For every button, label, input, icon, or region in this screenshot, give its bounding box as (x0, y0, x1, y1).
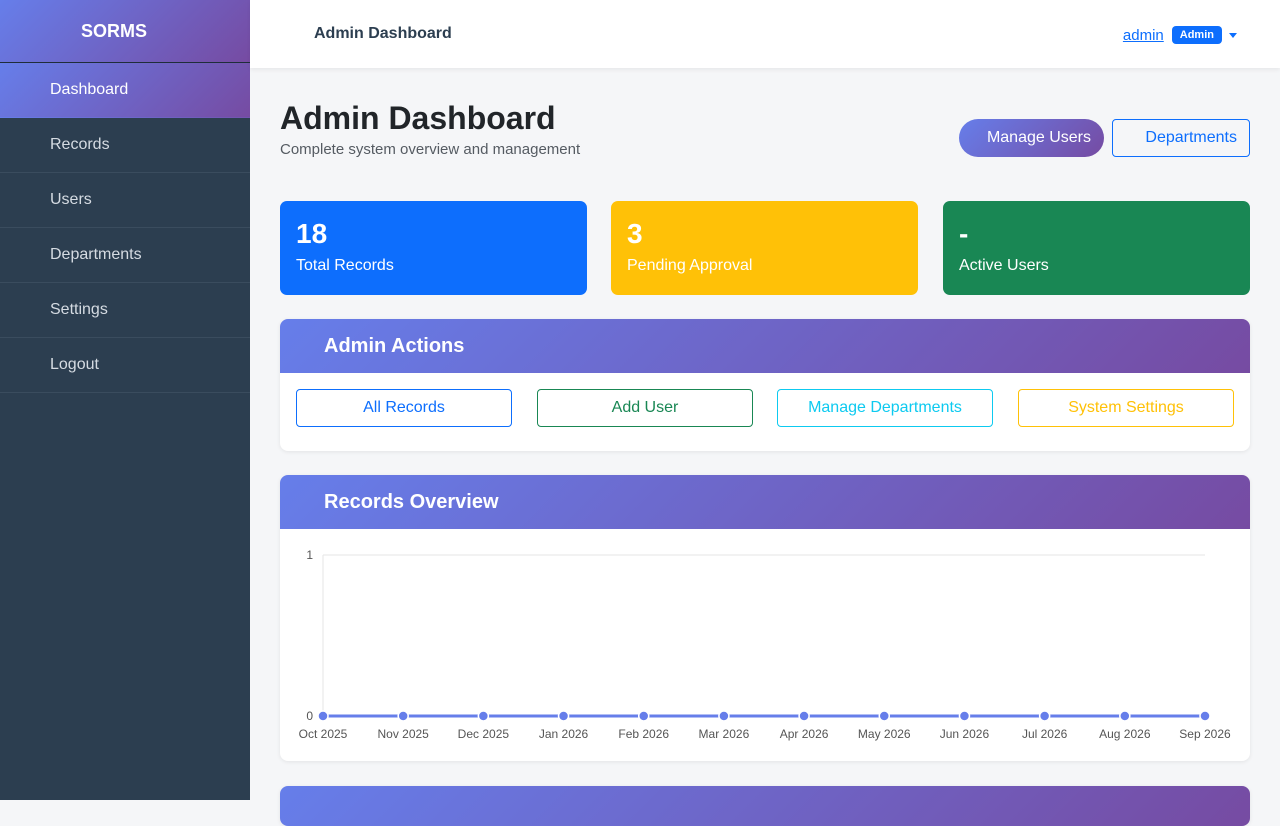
caret-down-icon[interactable] (1229, 32, 1237, 38)
admin-actions-title: Admin Actions (280, 319, 1250, 373)
x-tick-label: Feb 2026 (618, 727, 669, 741)
stat-value: 18 (296, 218, 328, 249)
x-tick-label: Oct 2025 (299, 727, 348, 741)
x-tick-label: Mar 2026 (699, 727, 750, 741)
records-line-chart: 0 1 Oct 2025 Nov 2025 Dec 2025 Jan 2026 Feb 20… (299, 548, 1231, 741)
stat-value: - (959, 218, 969, 249)
data-point (1199, 710, 1211, 722)
admin-actions-card: Admin Actions All Records Add User Manag… (280, 319, 1250, 451)
all-records-button[interactable]: All Records (296, 389, 512, 427)
next-card-header (280, 786, 1250, 826)
x-tick-label: Aug 2026 (1099, 727, 1151, 741)
add-user-button[interactable]: Add User (537, 389, 753, 427)
data-point (798, 710, 810, 722)
sidebar-item-dashboard[interactable]: Dashboard (0, 63, 250, 118)
x-tick-label: Nov 2025 (377, 727, 429, 741)
data-point (637, 710, 650, 722)
brand-logo[interactable]: SORMS (0, 0, 250, 63)
stat-label: Active Users (959, 257, 1049, 274)
sidebar-item-settings[interactable]: Settings (0, 283, 250, 338)
data-point (397, 710, 409, 722)
x-tick-label: Jun 2026 (940, 727, 990, 741)
y-tick-label: 0 (306, 709, 313, 723)
next-card (280, 786, 1250, 826)
top-navbar: Admin Dashboard admin Admin (250, 0, 1280, 68)
stat-card-pending-approval: 3 Pending Approval (611, 201, 918, 295)
stat-value: 3 (627, 218, 643, 249)
sidebar: SORMS Dashboard Records Users Department… (0, 0, 250, 800)
navbar-title: Admin Dashboard (314, 25, 452, 42)
data-point (718, 710, 730, 722)
sidebar-item-records[interactable]: Records (0, 118, 250, 173)
x-tick-label: Jul 2026 (1022, 727, 1068, 741)
data-point (317, 710, 329, 722)
data-point (1038, 710, 1051, 722)
manage-users-button[interactable]: Manage Users (959, 119, 1104, 157)
x-tick-label: Jan 2026 (539, 727, 589, 741)
data-point (878, 710, 891, 722)
page-title: Admin Dashboard (280, 100, 556, 136)
data-point (477, 710, 490, 722)
stat-label: Pending Approval (627, 257, 753, 274)
data-point (1119, 710, 1131, 722)
user-dropdown[interactable]: admin Admin (1123, 26, 1237, 44)
data-point (958, 710, 971, 722)
sidebar-item-logout[interactable]: Logout (0, 338, 250, 393)
page-subtitle: Complete system overview and management (280, 141, 581, 158)
user-link[interactable]: admin (1123, 27, 1164, 44)
departments-button[interactable]: Departments (1112, 119, 1250, 157)
x-tick-label: Apr 2026 (780, 727, 829, 741)
role-badge: Admin (1171, 26, 1222, 44)
x-tick-label: Sep 2026 (1179, 727, 1231, 741)
system-settings-button[interactable]: System Settings (1018, 389, 1234, 427)
manage-departments-button[interactable]: Manage Departments (777, 389, 993, 427)
sidebar-item-users[interactable]: Users (0, 173, 250, 228)
records-overview-card: Records Overview 0 1 Oct 2025 Nov 2025 Dec 2… (280, 475, 1250, 761)
x-tick-label: May 2026 (858, 727, 911, 741)
records-overview-title: Records Overview (280, 475, 1250, 529)
sidebar-item-departments[interactable]: Departments (0, 228, 250, 283)
x-tick-label: Dec 2025 (458, 727, 510, 741)
stat-card-active-users: - Active Users (943, 201, 1250, 295)
stat-card-total-records: 18 Total Records (280, 201, 587, 295)
y-tick-label: 1 (306, 548, 313, 562)
stat-label: Total Records (296, 257, 394, 274)
data-point (557, 710, 570, 722)
